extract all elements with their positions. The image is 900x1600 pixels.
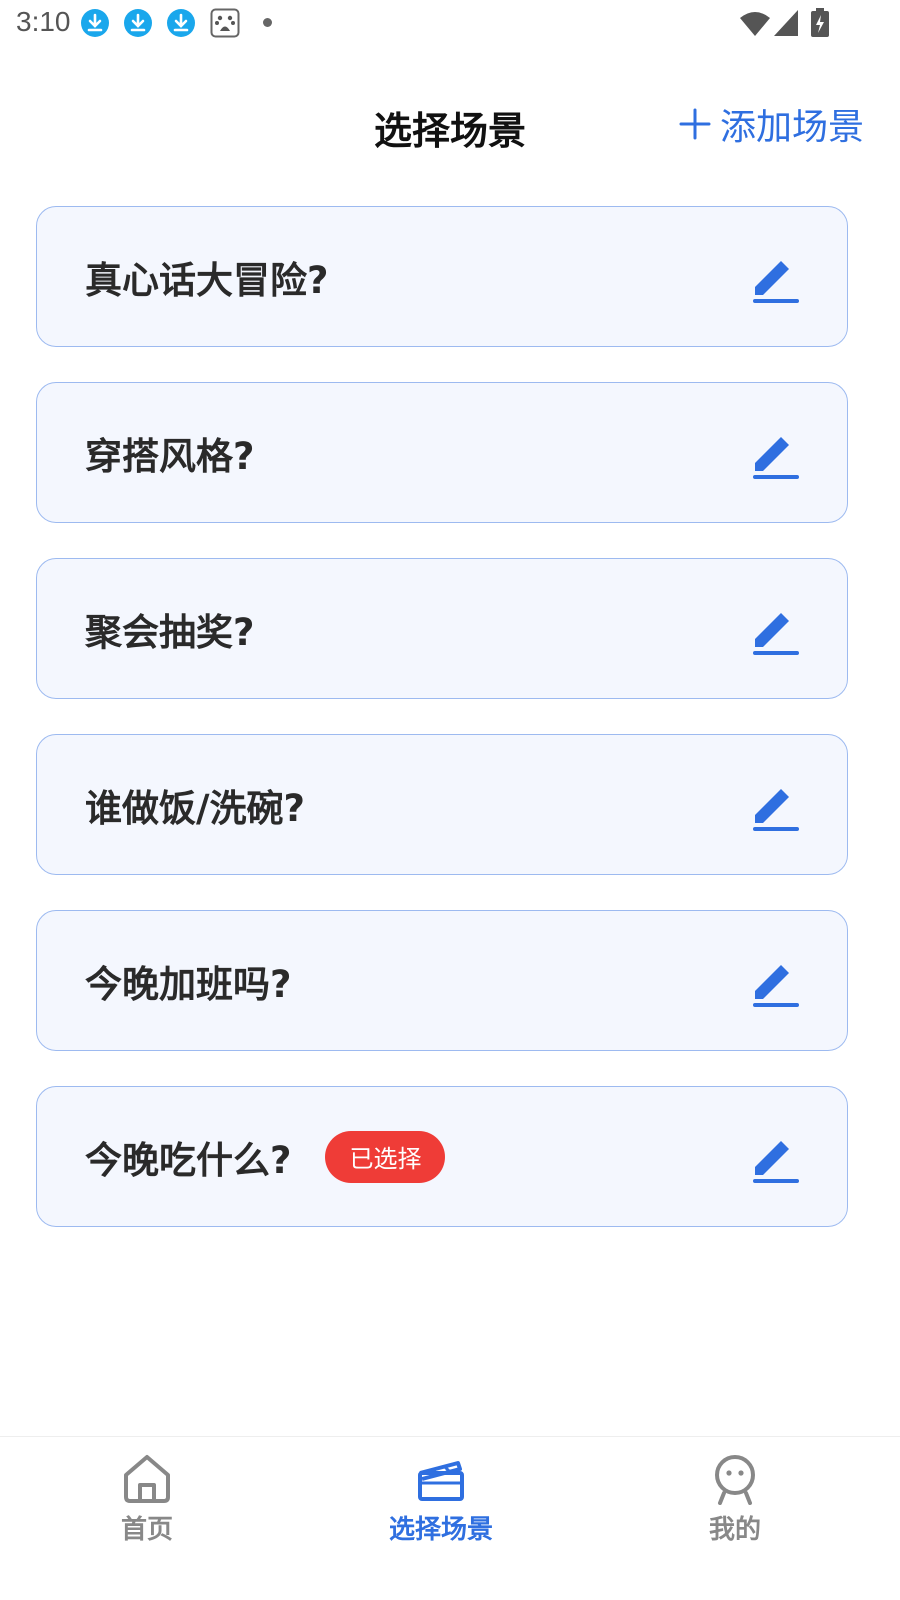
edit-icon[interactable] [747, 1129, 803, 1185]
bottom-nav: 首页 选择场景 我的 [0, 1436, 900, 1600]
signal-icon [774, 10, 798, 36]
edit-icon[interactable] [747, 953, 803, 1009]
scene-card[interactable]: 真心话大冒险? [36, 206, 848, 347]
edit-icon[interactable] [747, 777, 803, 833]
scene-card[interactable]: 谁做饭/洗碗? [36, 734, 848, 875]
more-notifications-dot [263, 18, 272, 27]
nav-label: 我的 [708, 1515, 761, 1545]
add-scene-button[interactable]: 添加场景 [678, 98, 864, 150]
scene-list: 真心话大冒险? 穿搭风格? 聚会抽奖? 谁做饭/洗碗? 今晚加班吗? 今晚吃什么… [36, 206, 848, 1262]
add-scene-label: 添加场景 [719, 107, 864, 148]
scene-label: 聚会抽奖? [85, 610, 255, 654]
scene-card[interactable]: 聚会抽奖? [36, 558, 848, 699]
status-bar: 3:10 [0, 0, 900, 48]
edit-icon[interactable] [747, 249, 803, 305]
profile-icon [715, 1455, 755, 1505]
scene-card[interactable]: 穿搭风格? [36, 382, 848, 523]
nav-label: 选择场景 [388, 1515, 493, 1545]
nav-item-profile[interactable]: 我的 [635, 1451, 835, 1546]
nav-item-scenes[interactable]: 选择场景 [341, 1451, 541, 1546]
scene-label: 今晚吃什么? [85, 1138, 292, 1182]
scene-label: 穿搭风格? [85, 434, 255, 478]
download-icon [81, 9, 109, 37]
nav-item-home[interactable]: 首页 [47, 1451, 247, 1546]
baidu-icon [210, 8, 240, 38]
battery-icon [811, 8, 829, 37]
edit-icon[interactable] [747, 601, 803, 657]
plus-icon [679, 108, 711, 140]
scene-card-selected[interactable]: 今晚吃什么? 已选择 [36, 1086, 848, 1227]
header: 选择场景 添加场景 [0, 90, 900, 160]
download-icon [124, 9, 152, 37]
scene-label: 真心话大冒险? [85, 258, 329, 302]
scene-card[interactable]: 今晚加班吗? [36, 910, 848, 1051]
clapperboard-icon [418, 1461, 464, 1501]
scene-label: 今晚加班吗? [85, 962, 292, 1006]
scene-label: 谁做饭/洗碗? [85, 786, 305, 830]
download-icon [167, 9, 195, 37]
edit-icon[interactable] [747, 425, 803, 481]
home-icon [124, 1455, 170, 1503]
wifi-icon [740, 12, 770, 36]
nav-label: 首页 [120, 1515, 173, 1545]
status-time: 3:10 [16, 6, 71, 37]
selected-badge: 已选择 [325, 1130, 446, 1183]
